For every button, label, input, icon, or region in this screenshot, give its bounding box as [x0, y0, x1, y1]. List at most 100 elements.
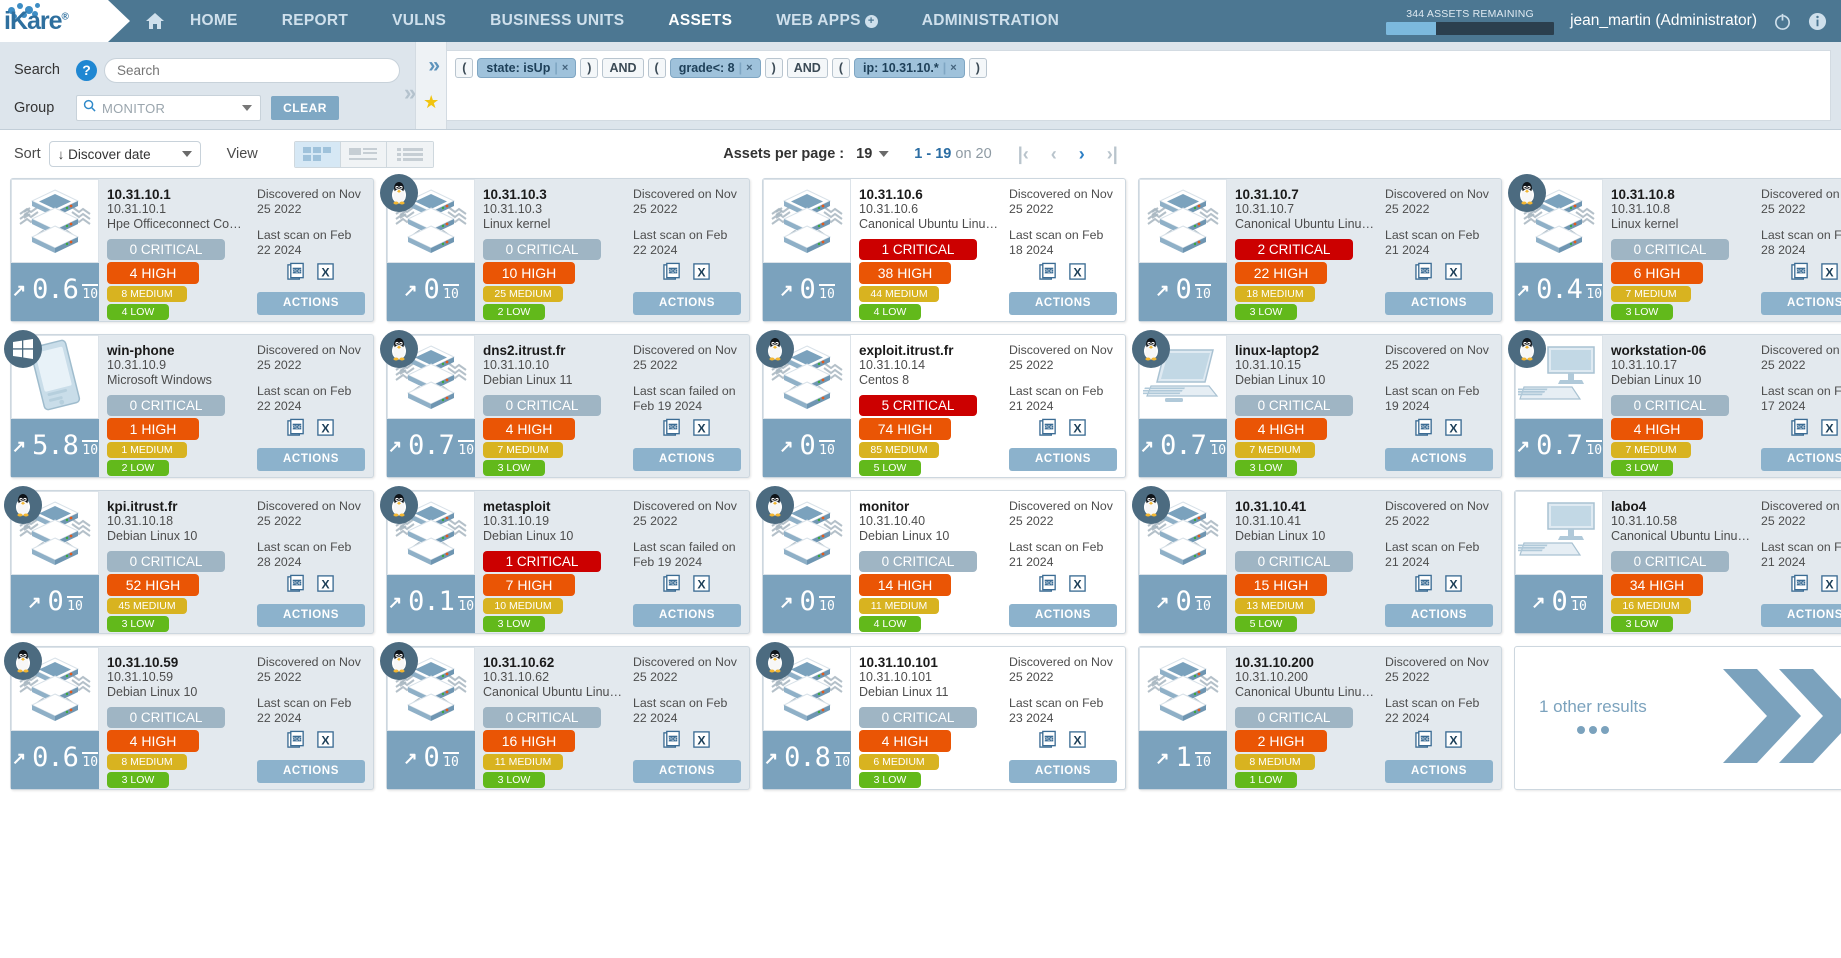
severity-low-badge[interactable]: 3 LOW	[1235, 304, 1297, 320]
pdf-export-icon[interactable]: PDF	[1415, 730, 1434, 754]
severity-low-badge[interactable]: 3 LOW	[859, 772, 921, 788]
filter-chip[interactable]: grade<: 8|×	[670, 58, 761, 78]
star-icon[interactable]: ★	[423, 92, 439, 113]
asset-card[interactable]: ↗ 0 10 kpi.itrust.fr 10.31.10.18 Debian …	[10, 490, 374, 634]
excel-export-icon[interactable]: X	[1444, 418, 1463, 442]
severity-high-badge[interactable]: 4 HIGH	[107, 262, 199, 284]
asset-actions-button[interactable]: ACTIONS	[633, 604, 741, 627]
view-compact-button[interactable]	[387, 142, 433, 167]
severity-high-badge[interactable]: 74 HIGH	[859, 418, 951, 440]
asset-card[interactable]: ↗ 0.8 10 10.31.10.101 10.31.10.101 Debia…	[762, 646, 1126, 790]
pdf-export-icon[interactable]: PDF	[287, 574, 306, 598]
severity-medium-badge[interactable]: 44 MEDIUM	[859, 286, 939, 302]
severity-medium-badge[interactable]: 18 MEDIUM	[1235, 286, 1315, 302]
assets-per-page-select[interactable]: 19	[856, 146, 888, 162]
asset-card[interactable]: ↗ 0.7 10 linux-laptop2 10.31.10.15 Debia…	[1138, 334, 1502, 478]
severity-critical-badge[interactable]: 0 CRITICAL	[1611, 551, 1729, 572]
asset-card[interactable]: ↗ 1 10 10.31.10.200 10.31.10.200 Canonic…	[1138, 646, 1502, 790]
severity-low-badge[interactable]: 4 LOW	[859, 304, 921, 320]
severity-critical-badge[interactable]: 1 CRITICAL	[859, 239, 977, 260]
severity-critical-badge[interactable]: 2 CRITICAL	[1235, 239, 1353, 260]
severity-medium-badge[interactable]: 6 MEDIUM	[859, 754, 939, 770]
severity-low-badge[interactable]: 3 LOW	[107, 772, 169, 788]
filter-parenthesis[interactable]: (	[455, 58, 473, 78]
severity-medium-badge[interactable]: 7 MEDIUM	[1611, 442, 1691, 458]
severity-low-badge[interactable]: 3 LOW	[483, 460, 545, 476]
sort-select[interactable]: ↓ Discover date	[49, 141, 201, 167]
filter-operator[interactable]: AND	[602, 58, 643, 78]
severity-high-badge[interactable]: 4 HIGH	[859, 730, 951, 752]
pdf-export-icon[interactable]: PDF	[663, 262, 682, 286]
nav-item-business-units[interactable]: BUSINESS UNITS	[468, 0, 646, 42]
pdf-export-icon[interactable]: PDF	[1415, 262, 1434, 286]
asset-actions-button[interactable]: ACTIONS	[257, 604, 365, 627]
severity-critical-badge[interactable]: 0 CRITICAL	[859, 707, 977, 728]
asset-card[interactable]: ↗ 0 10 exploit.itrust.fr 10.31.10.14 Cen…	[762, 334, 1126, 478]
asset-card[interactable]: ↗ 0.6 10 10.31.10.59 10.31.10.59 Debian …	[10, 646, 374, 790]
severity-high-badge[interactable]: 7 HIGH	[483, 574, 575, 596]
excel-export-icon[interactable]: X	[1820, 574, 1839, 598]
severity-high-badge[interactable]: 52 HIGH	[107, 574, 199, 596]
asset-card[interactable]: ↗ 0 10 10.31.10.41 10.31.10.41 Debian Li…	[1138, 490, 1502, 634]
severity-critical-badge[interactable]: 0 CRITICAL	[1235, 551, 1353, 572]
severity-critical-badge[interactable]: 0 CRITICAL	[1235, 707, 1353, 728]
severity-high-badge[interactable]: 10 HIGH	[483, 262, 575, 284]
severity-low-badge[interactable]: 4 LOW	[107, 304, 169, 320]
severity-critical-badge[interactable]: 0 CRITICAL	[859, 551, 977, 572]
excel-export-icon[interactable]: X	[1068, 730, 1087, 754]
severity-high-badge[interactable]: 1 HIGH	[107, 418, 199, 440]
severity-critical-badge[interactable]: 0 CRITICAL	[483, 707, 601, 728]
pdf-export-icon[interactable]: PDF	[1415, 574, 1434, 598]
asset-actions-button[interactable]: ACTIONS	[1385, 292, 1493, 315]
severity-medium-badge[interactable]: 7 MEDIUM	[1611, 286, 1691, 302]
excel-export-icon[interactable]: X	[1068, 262, 1087, 286]
asset-actions-button[interactable]: ACTIONS	[1009, 760, 1117, 783]
asset-actions-button[interactable]: ACTIONS	[633, 292, 741, 315]
asset-actions-button[interactable]: ACTIONS	[257, 448, 365, 471]
prev-page-button[interactable]: ‹	[1051, 145, 1057, 163]
home-icon[interactable]	[134, 10, 168, 32]
severity-low-badge[interactable]: 4 LOW	[859, 616, 921, 632]
filter-parenthesis[interactable]: )	[765, 58, 783, 78]
pdf-export-icon[interactable]: PDF	[287, 262, 306, 286]
pdf-export-icon[interactable]: PDF	[1039, 574, 1058, 598]
asset-actions-button[interactable]: ACTIONS	[257, 292, 365, 315]
excel-export-icon[interactable]: X	[1444, 730, 1463, 754]
severity-high-badge[interactable]: 38 HIGH	[859, 262, 951, 284]
excel-export-icon[interactable]: X	[692, 262, 711, 286]
filter-expression-area[interactable]: (state: isUp|×)AND(grade<: 8|×)AND(ip: 1…	[447, 50, 1831, 121]
asset-actions-button[interactable]: ACTIONS	[1761, 448, 1841, 471]
severity-medium-badge[interactable]: 45 MEDIUM	[107, 598, 187, 614]
pdf-export-icon[interactable]: PDF	[1039, 418, 1058, 442]
severity-low-badge[interactable]: 3 LOW	[1611, 304, 1673, 320]
severity-medium-badge[interactable]: 1 MEDIUM	[107, 442, 187, 458]
severity-low-badge[interactable]: 5 LOW	[859, 460, 921, 476]
severity-low-badge[interactable]: 3 LOW	[1611, 616, 1673, 632]
severity-medium-badge[interactable]: 85 MEDIUM	[859, 442, 939, 458]
severity-medium-badge[interactable]: 13 MEDIUM	[1235, 598, 1315, 614]
last-page-button[interactable]: ›|	[1107, 145, 1118, 163]
logo[interactable]: iKare®	[0, 0, 108, 42]
severity-medium-badge[interactable]: 7 MEDIUM	[483, 442, 563, 458]
excel-export-icon[interactable]: X	[1068, 418, 1087, 442]
severity-low-badge[interactable]: 3 LOW	[483, 772, 545, 788]
asset-card[interactable]: ↗ 5.8 10 win-phone 10.31.10.9 Microsoft …	[10, 334, 374, 478]
pdf-export-icon[interactable]: PDF	[663, 418, 682, 442]
close-icon[interactable]: ×	[746, 61, 755, 75]
nav-item-web-apps[interactable]: WEB APPS+	[754, 0, 900, 42]
severity-medium-badge[interactable]: 8 MEDIUM	[1235, 754, 1315, 770]
pdf-export-icon[interactable]: PDF	[287, 418, 306, 442]
clear-button[interactable]: CLEAR	[271, 96, 339, 120]
filter-operator[interactable]: AND	[787, 58, 828, 78]
filter-parenthesis[interactable]: (	[832, 58, 850, 78]
severity-low-badge[interactable]: 3 LOW	[483, 616, 545, 632]
asset-card[interactable]: ↗ 0.4 10 10.31.10.8 10.31.10.8 Linux ker…	[1514, 178, 1841, 322]
asset-actions-button[interactable]: ACTIONS	[1009, 292, 1117, 315]
severity-critical-badge[interactable]: 0 CRITICAL	[107, 551, 225, 572]
excel-export-icon[interactable]: X	[1444, 262, 1463, 286]
view-list-button[interactable]	[341, 142, 387, 167]
pdf-export-icon[interactable]: PDF	[663, 730, 682, 754]
nav-item-administration[interactable]: ADMINISTRATION	[900, 0, 1081, 42]
asset-actions-button[interactable]: ACTIONS	[1385, 604, 1493, 627]
severity-critical-badge[interactable]: 0 CRITICAL	[107, 239, 225, 260]
